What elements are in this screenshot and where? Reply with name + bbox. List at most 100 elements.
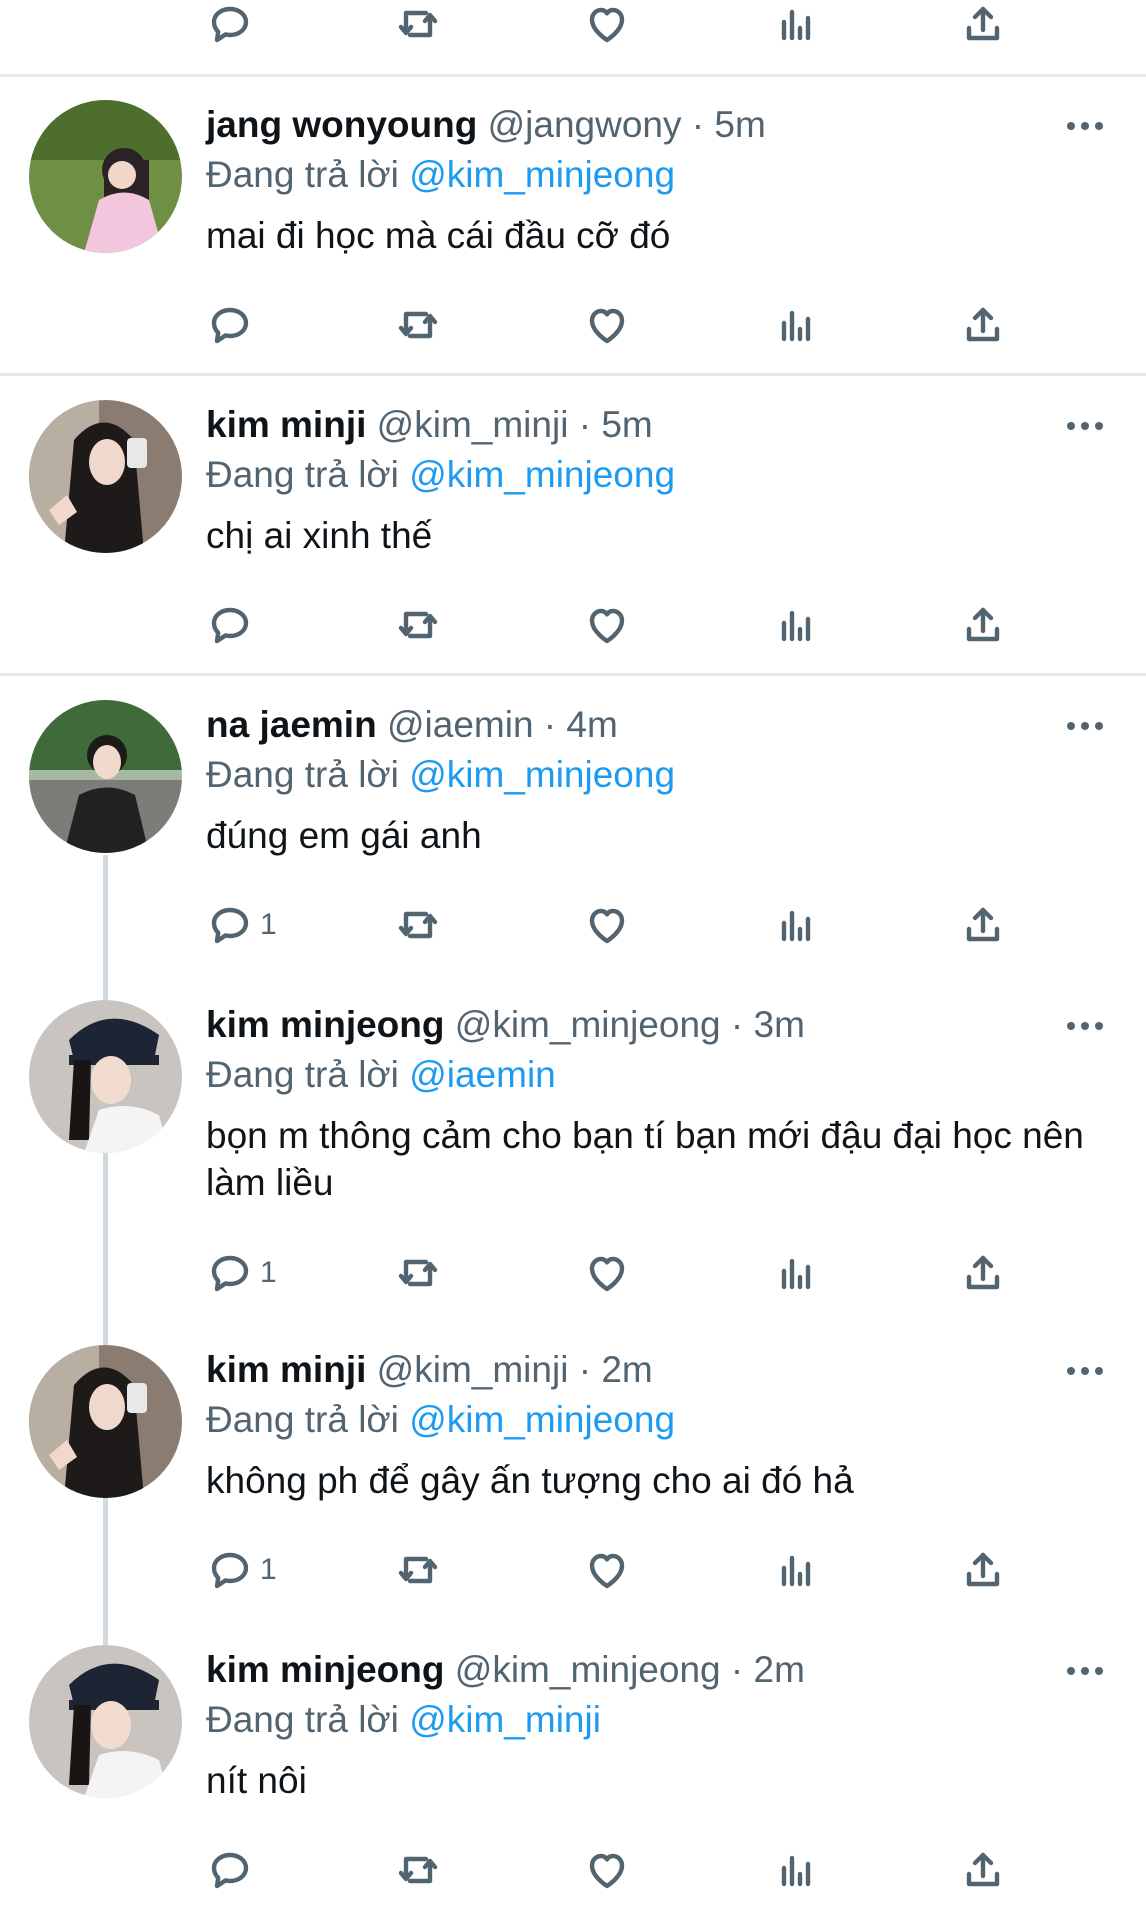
views-button[interactable] bbox=[772, 0, 820, 54]
views-button[interactable] bbox=[772, 895, 820, 955]
more-dots-icon[interactable] bbox=[1060, 1353, 1110, 1389]
tweet[interactable]: kim minjeong @kim_minjeong · 3m Đang trả… bbox=[0, 1000, 1146, 1345]
tweet[interactable]: kim minji @kim_minji · 5m Đang trả lời @… bbox=[0, 400, 1146, 675]
more-dots-icon[interactable] bbox=[1060, 1653, 1110, 1689]
avatar[interactable] bbox=[29, 400, 182, 553]
handle[interactable]: @kim_minjeong bbox=[455, 1004, 721, 1045]
more-dots-icon[interactable] bbox=[1060, 1008, 1110, 1044]
display-name[interactable]: kim minjeong bbox=[206, 1649, 444, 1690]
retweet-button[interactable] bbox=[394, 295, 442, 355]
like-button[interactable] bbox=[583, 895, 631, 955]
timestamp[interactable]: 4m bbox=[566, 704, 617, 745]
mention-link[interactable]: @kim_minjeong bbox=[409, 754, 675, 795]
retweet-button[interactable] bbox=[394, 1840, 442, 1900]
share-icon bbox=[959, 1846, 1007, 1894]
share-button[interactable] bbox=[959, 0, 1007, 54]
mention-link[interactable]: @kim_minjeong bbox=[409, 1399, 675, 1440]
timestamp[interactable]: 2m bbox=[754, 1649, 805, 1690]
reply-bubble-icon bbox=[206, 601, 254, 649]
like-button[interactable] bbox=[583, 595, 631, 655]
handle[interactable]: @iaemin bbox=[387, 704, 534, 745]
handle[interactable]: @kim_minji bbox=[377, 1349, 569, 1390]
more-dots-icon[interactable] bbox=[1060, 708, 1110, 744]
reply-button[interactable]: 1 bbox=[206, 1540, 277, 1600]
tweet[interactable]: kim minjeong @kim_minjeong · 2m Đang trả… bbox=[0, 1645, 1146, 1920]
share-button[interactable] bbox=[959, 1540, 1007, 1600]
like-button[interactable] bbox=[583, 0, 631, 54]
display-name[interactable]: kim minjeong bbox=[206, 1004, 444, 1045]
heart-icon bbox=[583, 1546, 631, 1594]
more-dots-icon[interactable] bbox=[1060, 108, 1110, 144]
display-name[interactable]: jang wonyoung bbox=[206, 104, 477, 145]
retweet-icon bbox=[394, 1546, 442, 1594]
mention-link[interactable]: @kim_minjeong bbox=[409, 454, 675, 495]
more-dots-icon[interactable] bbox=[1060, 408, 1110, 444]
like-button[interactable] bbox=[583, 295, 631, 355]
retweet-button[interactable] bbox=[394, 895, 442, 955]
retweet-button[interactable] bbox=[394, 595, 442, 655]
retweet-button[interactable] bbox=[394, 0, 442, 54]
handle[interactable]: @kim_minji bbox=[377, 404, 569, 445]
reply-bubble-icon bbox=[206, 0, 254, 48]
views-button[interactable] bbox=[772, 295, 820, 355]
share-button[interactable] bbox=[959, 595, 1007, 655]
views-button[interactable] bbox=[772, 595, 820, 655]
like-button[interactable] bbox=[583, 1840, 631, 1900]
mention-link[interactable]: @iaemin bbox=[409, 1054, 556, 1095]
replying-to-label: Đang trả lời bbox=[206, 454, 399, 495]
mention-link[interactable]: @kim_minjeong bbox=[409, 154, 675, 195]
bar-chart-icon bbox=[772, 301, 820, 349]
share-button[interactable] bbox=[959, 295, 1007, 355]
reply-bubble-icon bbox=[206, 1846, 254, 1894]
bar-chart-icon bbox=[772, 1846, 820, 1894]
timestamp[interactable]: 3m bbox=[754, 1004, 805, 1045]
tweet-action-bar bbox=[0, 295, 1146, 355]
tweet-text: đúng em gái anh bbox=[206, 815, 482, 856]
tweet-header: na jaemin @iaemin · 4m bbox=[206, 704, 618, 745]
handle[interactable]: @jangwony bbox=[488, 104, 682, 145]
share-button[interactable] bbox=[959, 895, 1007, 955]
reply-button[interactable] bbox=[206, 1840, 260, 1900]
bar-chart-icon bbox=[772, 1249, 820, 1297]
retweet-button[interactable] bbox=[394, 1540, 442, 1600]
display-name[interactable]: kim minji bbox=[206, 404, 366, 445]
views-button[interactable] bbox=[772, 1243, 820, 1303]
reply-button[interactable] bbox=[206, 295, 260, 355]
tweet[interactable]: jang wonyoung @jangwony · 5m Đang trả lờ… bbox=[0, 100, 1146, 375]
reply-button[interactable] bbox=[206, 0, 254, 54]
reply-button[interactable]: 1 bbox=[206, 895, 277, 955]
handle[interactable]: @kim_minjeong bbox=[455, 1649, 721, 1690]
avatar[interactable] bbox=[29, 100, 182, 253]
like-button[interactable] bbox=[583, 1540, 631, 1600]
share-button[interactable] bbox=[959, 1243, 1007, 1303]
avatar[interactable] bbox=[29, 1000, 182, 1153]
display-name[interactable]: na jaemin bbox=[206, 704, 377, 745]
heart-icon bbox=[583, 1846, 631, 1894]
replying-to-label: Đang trả lời bbox=[206, 754, 399, 795]
avatar[interactable] bbox=[29, 1345, 182, 1498]
bar-chart-icon bbox=[772, 601, 820, 649]
tweet-action-bar: 1 bbox=[0, 1540, 1146, 1600]
bar-chart-icon bbox=[772, 0, 820, 48]
reply-button[interactable]: 1 bbox=[206, 1243, 277, 1303]
display-name[interactable]: kim minji bbox=[206, 1349, 366, 1390]
tweet[interactable]: na jaemin @iaemin · 4m Đang trả lời @kim… bbox=[0, 700, 1146, 1000]
mention-link[interactable]: @kim_minji bbox=[409, 1699, 601, 1740]
tweet-action-bar bbox=[0, 0, 1146, 60]
retweet-icon bbox=[394, 1249, 442, 1297]
timestamp[interactable]: 5m bbox=[714, 104, 765, 145]
reply-count: 1 bbox=[260, 1553, 277, 1586]
views-button[interactable] bbox=[772, 1840, 820, 1900]
retweet-button[interactable] bbox=[394, 1243, 442, 1303]
like-button[interactable] bbox=[583, 1243, 631, 1303]
views-button[interactable] bbox=[772, 1540, 820, 1600]
reply-button[interactable] bbox=[206, 595, 260, 655]
tweet[interactable]: kim minji @kim_minji · 2m Đang trả lời @… bbox=[0, 1345, 1146, 1645]
timestamp[interactable]: 5m bbox=[601, 404, 652, 445]
avatar[interactable] bbox=[29, 700, 182, 853]
timestamp[interactable]: 2m bbox=[601, 1349, 652, 1390]
share-button[interactable] bbox=[959, 1840, 1007, 1900]
replying-to-label: Đang trả lời bbox=[206, 1699, 399, 1740]
share-icon bbox=[959, 601, 1007, 649]
avatar[interactable] bbox=[29, 1645, 182, 1798]
